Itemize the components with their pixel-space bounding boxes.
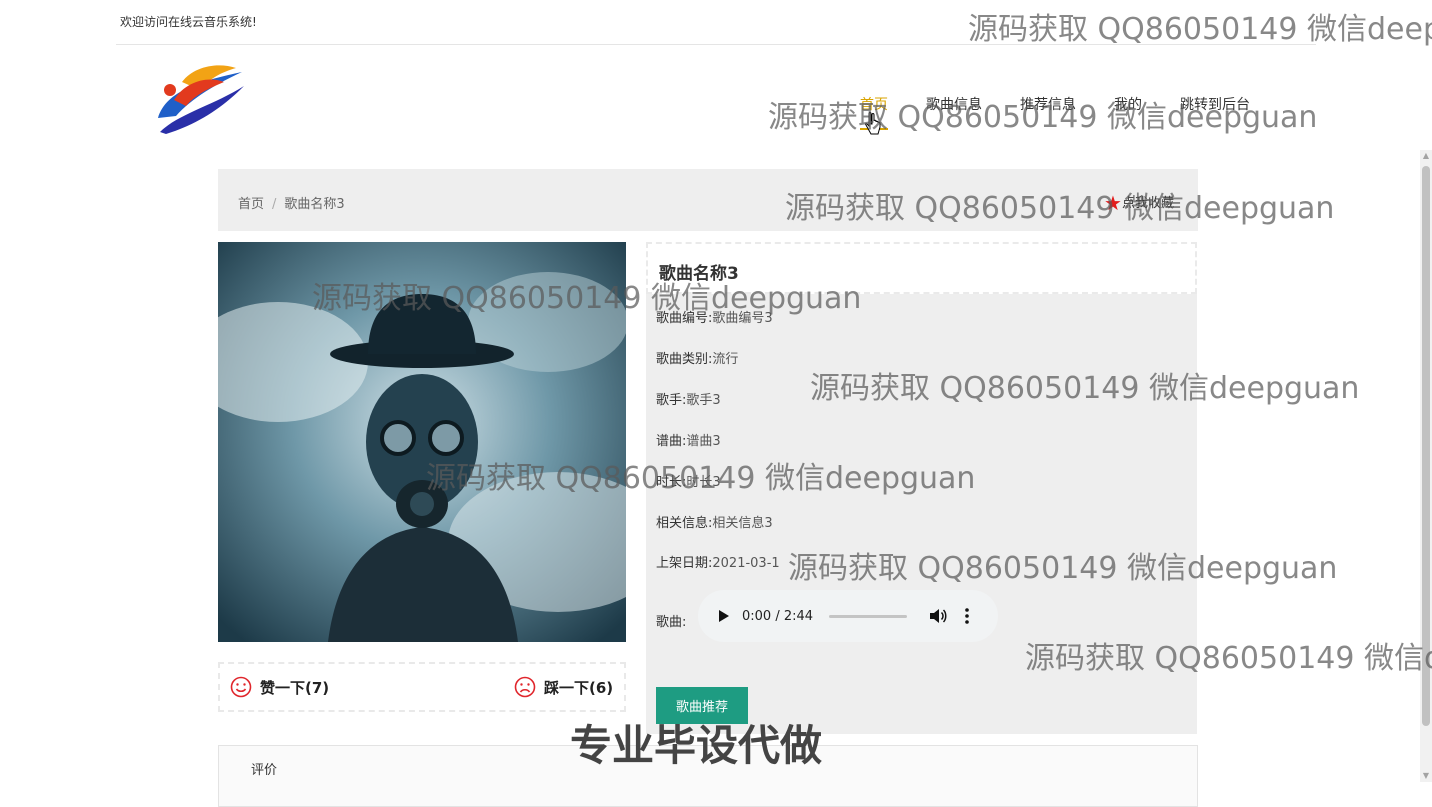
nav-admin[interactable]: 跳转到后台 bbox=[1180, 94, 1250, 124]
field-song-number: 歌曲编号:歌曲编号3 bbox=[656, 311, 773, 326]
breadcrumb-current: 歌曲名称3 bbox=[284, 197, 345, 212]
frown-icon bbox=[514, 676, 536, 698]
field-category: 歌曲类别:流行 bbox=[656, 352, 739, 367]
song-info-panel: 歌曲名称3 歌曲编号:歌曲编号3 歌曲类别:流行 歌手:歌手3 谱曲:谱曲3 时… bbox=[646, 242, 1197, 734]
play-icon[interactable] bbox=[718, 609, 730, 623]
favorite-button[interactable]: ★点我收藏 bbox=[1104, 191, 1174, 215]
scroll-down-icon[interactable]: ▼ bbox=[1420, 770, 1432, 782]
breadcrumb-home[interactable]: 首页 bbox=[238, 197, 264, 212]
comments-section: 评价 bbox=[218, 745, 1198, 807]
like-button[interactable]: 赞一下(7) bbox=[230, 676, 329, 698]
nav-mine[interactable]: 我的 bbox=[1114, 94, 1142, 124]
field-related-info: 相关信息:相关信息3 bbox=[656, 516, 773, 531]
welcome-text: 欢迎访问在线云音乐系统! bbox=[120, 15, 257, 29]
comments-label: 评价 bbox=[251, 763, 278, 778]
main-nav: 首页 歌曲信息 推荐信息 我的 跳转到后台 bbox=[860, 94, 1288, 130]
breadcrumb-separator: / bbox=[272, 197, 277, 212]
vote-bar: 赞一下(7) 踩一下(6) bbox=[218, 662, 626, 712]
audio-label: 歌曲: bbox=[656, 615, 687, 630]
star-icon: ★ bbox=[1104, 191, 1122, 215]
field-composer: 谱曲:谱曲3 bbox=[656, 434, 721, 449]
breadcrumb: 首页 / 歌曲名称3 ★点我收藏 bbox=[218, 169, 1198, 231]
scroll-up-icon[interactable]: ▲ bbox=[1420, 150, 1432, 162]
audio-player[interactable]: 0:00 / 2:44 bbox=[698, 590, 998, 642]
like-label: 赞一下(7) bbox=[260, 678, 330, 697]
site-logo[interactable] bbox=[152, 60, 252, 136]
audio-time: 0:00 / 2:44 bbox=[742, 608, 814, 624]
field-duration: 时长:时长3 bbox=[656, 475, 721, 490]
smile-icon bbox=[230, 676, 252, 698]
field-singer: 歌手:歌手3 bbox=[656, 393, 721, 408]
dislike-button[interactable]: 踩一下(6) bbox=[514, 676, 613, 698]
audio-progress-track[interactable] bbox=[829, 614, 908, 618]
hand-cursor-icon bbox=[865, 112, 881, 135]
favorite-label: 点我收藏 bbox=[1121, 196, 1174, 211]
song-cover-image bbox=[218, 242, 626, 642]
dislike-label: 踩一下(6) bbox=[544, 678, 614, 697]
page-scrollbar[interactable]: ▲ ▼ bbox=[1420, 150, 1432, 782]
field-release-date: 上架日期:2021-03-1 bbox=[656, 556, 780, 571]
nav-recommend[interactable]: 推荐信息 bbox=[1020, 94, 1076, 124]
nav-song-info[interactable]: 歌曲信息 bbox=[926, 94, 982, 124]
song-recommend-button[interactable]: 歌曲推荐 bbox=[656, 687, 748, 724]
volume-icon[interactable] bbox=[929, 608, 947, 624]
top-bar: 欢迎访问在线云音乐系统! bbox=[116, 0, 1316, 45]
song-title-box: 歌曲名称3 bbox=[646, 242, 1197, 294]
scroll-thumb[interactable] bbox=[1422, 166, 1430, 726]
song-title: 歌曲名称3 bbox=[659, 264, 739, 284]
more-options-icon[interactable] bbox=[965, 608, 969, 624]
